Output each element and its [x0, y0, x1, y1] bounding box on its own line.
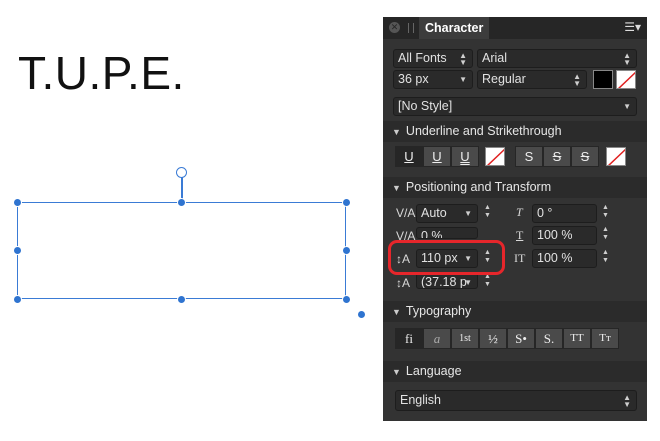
resize-handle-top-left[interactable]: [13, 198, 22, 207]
underline-single-button[interactable]: U: [395, 146, 423, 167]
resize-handle-top[interactable]: [177, 198, 186, 207]
resize-handle-left[interactable]: [13, 246, 22, 255]
section-language[interactable]: ▼ Language: [383, 361, 647, 382]
font-family-select[interactable]: Arial ▲ ▼: [477, 49, 637, 68]
vertical-scale-value: 100 %: [537, 251, 573, 265]
swash-button[interactable]: a: [423, 328, 451, 349]
skew-icon: T: [516, 205, 523, 219]
section-typography[interactable]: ▼ Typography: [383, 301, 647, 322]
vertical-scale-field[interactable]: 100 %: [532, 249, 597, 268]
vertical-scale-icon: IT: [514, 251, 526, 265]
horizontal-scale-stepper[interactable]: ▲ ▼: [601, 226, 610, 245]
all-caps-button[interactable]: TT: [563, 328, 591, 349]
resize-handle-top-right[interactable]: [342, 198, 351, 207]
ligatures-button[interactable]: fi: [395, 328, 423, 349]
font-collection-select[interactable]: All Fonts ▲ ▼: [393, 49, 473, 68]
chevron-down-icon[interactable]: ▼: [464, 274, 472, 288]
close-icon[interactable]: ✕: [389, 22, 400, 33]
text-frame-selection[interactable]: [17, 202, 346, 299]
font-collection-value: All Fonts: [398, 51, 447, 65]
font-family-value: Arial: [482, 51, 508, 65]
section-title: Positioning and Transform: [405, 180, 552, 194]
kerning-field[interactable]: 0 %: [416, 227, 478, 239]
text-flow-handle[interactable]: [357, 310, 366, 319]
panel-header: ✕ Character ☰▾: [383, 17, 647, 39]
skew-value: 0 °: [537, 206, 553, 220]
updown-arrows-icon: ▲ ▼: [623, 51, 631, 67]
section-title: Typography: [405, 304, 472, 318]
strikethrough-color-swatch[interactable]: [606, 147, 626, 166]
fractions-button[interactable]: ½: [479, 328, 507, 349]
underline-custom-button[interactable]: U: [451, 146, 479, 167]
section-title: Underline and Strikethrough: [405, 124, 562, 138]
resize-handle-bottom-left[interactable]: [13, 295, 22, 304]
kerning-value: 0 %: [421, 229, 443, 239]
strikethrough-single-button[interactable]: S: [515, 146, 543, 167]
panel-title[interactable]: Character: [419, 17, 490, 39]
section-underline[interactable]: ▼ Underline and Strikethrough: [383, 121, 647, 142]
disclosure-triangle-icon: ▼: [392, 183, 401, 193]
language-select[interactable]: English ▲ ▼: [395, 390, 637, 411]
paragraph-style-select[interactable]: [No Style] ▼: [393, 97, 637, 116]
rotation-handle[interactable]: [176, 167, 187, 178]
small-caps-button[interactable]: Tт: [591, 328, 619, 349]
text-background-none-swatch[interactable]: [616, 70, 636, 89]
superscript-button[interactable]: S•: [507, 328, 535, 349]
disclosure-triangle-icon: ▼: [392, 127, 401, 137]
underline-color-swatch[interactable]: [485, 147, 505, 166]
resize-handle-right[interactable]: [342, 246, 351, 255]
disclosure-triangle-icon: ▼: [392, 307, 401, 317]
character-panel: ✕ Character ☰▾ All Fonts ▲ ▼ Arial ▲ ▼ 36 …: [383, 17, 647, 421]
resize-handle-bottom-right[interactable]: [342, 295, 351, 304]
updown-arrows-icon: ▲ ▼: [573, 72, 581, 88]
text-fill-swatch[interactable]: [593, 70, 613, 89]
chevron-down-icon[interactable]: ▼: [464, 205, 472, 222]
section-positioning[interactable]: ▼ Positioning and Transform: [383, 177, 647, 198]
horizontal-scale-value: 100 %: [537, 228, 573, 242]
grip-icon[interactable]: [408, 23, 414, 33]
font-size-value: 36 px: [398, 72, 429, 86]
skew-stepper[interactable]: ▲ ▼: [601, 204, 610, 223]
skew-field[interactable]: 0 °: [532, 204, 597, 223]
paragraph-style-value: [No Style]: [398, 99, 453, 113]
font-style-value: Regular: [482, 72, 526, 86]
leading-highlight-annotation: [388, 240, 505, 275]
tracking-field[interactable]: Auto ▼: [416, 204, 478, 223]
updown-arrows-icon: ▲ ▼: [623, 393, 631, 409]
horizontal-scale-field[interactable]: 100 %: [532, 226, 597, 245]
underline-double-button[interactable]: U: [423, 146, 451, 167]
font-size-field[interactable]: 36 px ▼: [393, 70, 473, 89]
font-style-select[interactable]: Regular ▲ ▼: [477, 70, 587, 89]
chevron-down-icon[interactable]: ▼: [459, 71, 467, 88]
baseline-field[interactable]: (37.18 p ▼: [416, 273, 478, 289]
subscript-button[interactable]: S.: [535, 328, 563, 349]
chevron-down-icon[interactable]: ▼: [623, 98, 631, 115]
baseline-icon: ↕A: [396, 276, 411, 290]
language-value: English: [400, 393, 441, 407]
disclosure-triangle-icon: ▼: [392, 367, 401, 377]
horizontal-scale-icon: T: [516, 228, 524, 242]
panel-menu-icon[interactable]: ☰▾: [624, 20, 641, 34]
baseline-stepper[interactable]: ▲ ▼: [483, 273, 492, 292]
strikethrough-custom-button[interactable]: S: [571, 146, 599, 167]
tracking-stepper[interactable]: ▲ ▼: [483, 204, 492, 223]
strikethrough-double-button[interactable]: S: [543, 146, 571, 167]
updown-arrows-icon: ▲ ▼: [459, 51, 467, 67]
resize-handle-bottom[interactable]: [177, 295, 186, 304]
vertical-scale-stepper[interactable]: ▲ ▼: [601, 249, 610, 268]
canvas-text[interactable]: T.U.P.E.: [18, 46, 185, 100]
tracking-icon: V/A: [396, 206, 416, 220]
ordinals-button[interactable]: 1st: [451, 328, 479, 349]
section-title: Language: [405, 364, 462, 378]
baseline-value: (37.18 p: [421, 275, 467, 289]
tracking-value: Auto: [421, 206, 447, 220]
